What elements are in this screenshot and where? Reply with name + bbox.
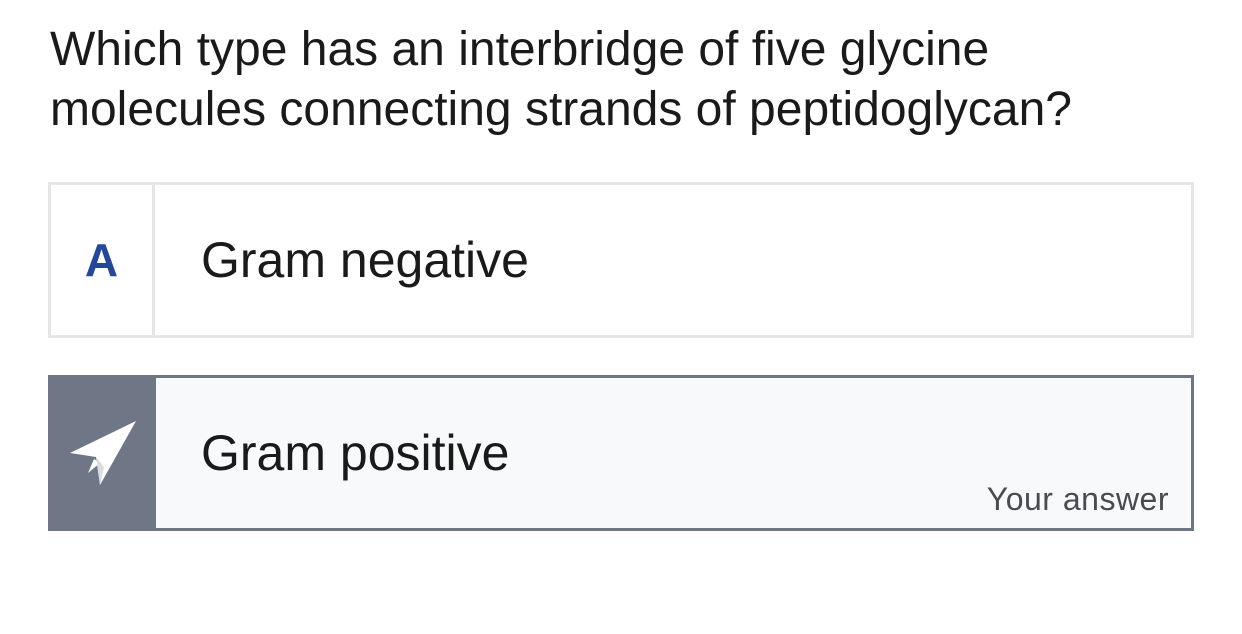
- your-answer-tag: Your answer: [986, 481, 1169, 517]
- answer-option-a[interactable]: A Gram negative: [48, 182, 1194, 338]
- option-key-a: A: [51, 185, 155, 335]
- paper-plane-icon: [69, 419, 138, 487]
- option-key-b: [51, 378, 156, 528]
- option-label-b: Gram positive Your answer: [156, 378, 1191, 528]
- option-label-text: Gram negative: [201, 232, 529, 288]
- answer-option-b-selected[interactable]: Gram positive Your answer: [48, 375, 1194, 531]
- question-text: Which type has an interbridge of five gl…: [50, 23, 1072, 136]
- option-letter-a: A: [84, 234, 119, 286]
- option-label-a: Gram negative: [155, 185, 1191, 335]
- option-label-text: Gram positive: [201, 425, 510, 481]
